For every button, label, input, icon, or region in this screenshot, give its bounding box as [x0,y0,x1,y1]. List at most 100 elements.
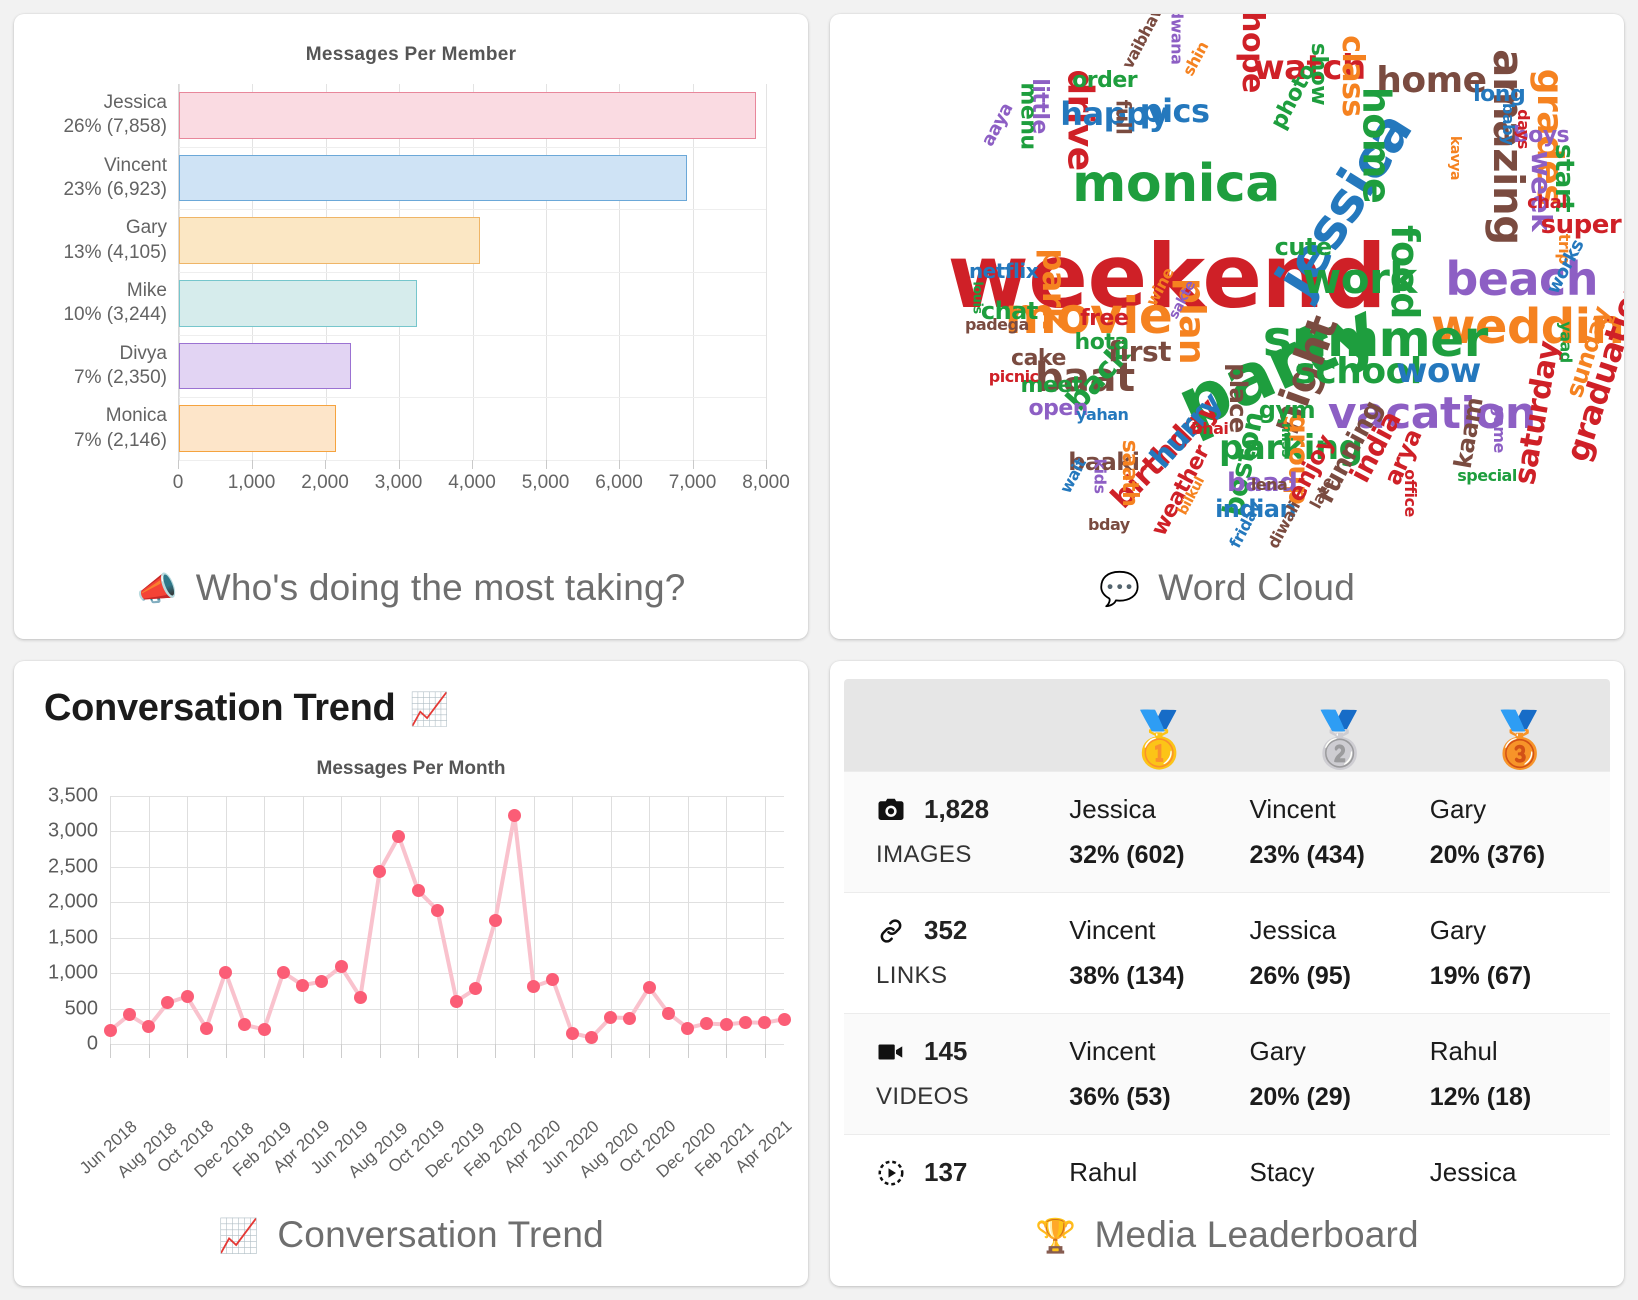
bar-chart-row[interactable]: Gary 13% (4,105) [63,209,766,272]
line-chart-data-point[interactable] [411,884,425,898]
bar-chart-bar[interactable] [179,342,352,390]
line-chart-data-point[interactable] [719,1018,733,1031]
leaderboard-member-share: 32% (602) [1069,841,1185,869]
line-chart-y-tick-label: 1,000 [47,961,98,984]
bar-chart-bar[interactable] [179,92,756,139]
leaderboard-total-count: 145 [924,1036,968,1066]
line-chart-x-tick [610,1044,612,1058]
leaderboard-member-share: 20% (376) [1429,841,1546,869]
bar-chart-row[interactable]: Monica 7% (2,146) [74,397,766,460]
line-chart-data-point[interactable] [604,1010,618,1024]
line-chart-data-point[interactable] [219,965,233,979]
media-leaderboard-body: 🥇 🥈 🥉 1,828 IMAGES Jessica 32% (602) Vincent 23… [830,661,1624,1208]
line-chart-data-point[interactable] [565,1026,579,1040]
bar-chart-row[interactable]: Vincent 23% (6,923) [63,147,766,210]
line-chart-x-tick [225,1044,227,1058]
messages-per-member-card[interactable]: Messages Per Member Jessica 26% (7,858) Vi… [14,14,808,639]
leaderboard-member-name: Vincent [1069,1036,1156,1066]
leaderboard-member-name: Vincent [1069,915,1156,945]
line-chart-data-point[interactable] [738,1015,752,1029]
conversation-trend-heading-text: Conversation Trend [44,687,396,729]
line-chart-data-point[interactable] [642,980,656,994]
bar-chart-x-tick [398,460,400,469]
bar-chart-row-label: Jessica 26% (7,858) [63,92,167,138]
word-cloud-word: place [1223,363,1252,434]
line-chart-data-point[interactable] [103,1024,117,1038]
line-chart-data-point[interactable] [353,990,367,1004]
line-chart-x-tick [687,1044,689,1058]
messages-per-member-caption: 📣 Who's doing the most taking? [14,561,808,639]
leaderboard-row[interactable]: 145 VIDEOS Vincent 36% (53) Gary 20% (29) Rahu… [844,1013,1610,1134]
bar-chart-bar[interactable] [179,280,418,327]
leaderboard-place-cell-3: Rahul 12% (18) [1430,1014,1610,1134]
bar-chart-row-label: Vincent 23% (6,923) [63,154,167,200]
leaderboard-media-type-cell: 145 VIDEOS [844,1014,1069,1134]
line-chart-data-point[interactable] [180,990,194,1004]
leaderboard-row[interactable]: 137GIFSRahul29% (41)Stacy21% (29)Jessica… [844,1134,1610,1208]
line-chart-x-tick [379,1044,381,1058]
bar-chart-bar[interactable] [179,154,687,202]
leaderboard-member-name: Rahul [1069,1157,1138,1187]
leaderboard-member-name: Rahul [1429,1036,1498,1066]
line-chart-x-tick [572,1044,574,1058]
word-cloud-word: kids [1091,458,1111,494]
gif-play-icon [876,1158,906,1188]
line-chart-x-tick [187,1044,189,1058]
bar-chart-x-tick [251,460,253,469]
bar-chart-row[interactable]: Divya 7% (2,350) [74,335,766,398]
line-chart-x-tick [110,1044,111,1058]
line-chart-data-point[interactable] [199,1021,213,1035]
chart-increasing-icon: 📈 [218,1216,260,1254]
leaderboard-place-cell-1: Jessica 32% (602) [1069,772,1249,892]
line-chart-plot-area: 0 500 1,000 1,500 2,000 2,500 3,000 3,500 [48,785,791,1055]
camera-icon [876,795,906,825]
leaderboard-place-cell-3: Jessica 18% (25) [1430,1135,1610,1208]
line-chart-x-tick [456,1044,458,1058]
leaderboard-row[interactable]: 352 LINKS Vincent 38% (134) Jessica 26% (95) G… [844,892,1610,1013]
video-icon [876,1037,906,1067]
word-cloud-word: hope [1235,14,1271,94]
line-chart-data-point[interactable] [373,864,387,878]
leaderboard-place-cell-1: Vincent 38% (134) [1069,893,1249,1013]
line-chart-data-point[interactable] [257,1022,271,1036]
line-chart-x-tick [148,1044,150,1058]
word-cloud-word: kavya [1447,136,1464,181]
line-chart-data-point[interactable] [777,1012,791,1026]
bar-chart-row-label: Mike 10% (3,244) [63,280,167,326]
media-leaderboard-card[interactable]: 🥇 🥈 🥉 1,828 IMAGES Jessica 32% (602) Vincent 23… [830,661,1624,1286]
line-chart-data-point[interactable] [450,994,464,1008]
line-chart-x-tick [764,1044,766,1058]
bar-chart-bar[interactable] [179,405,337,452]
bar-chart-bar[interactable] [179,217,481,264]
bar-chart-row[interactable]: Jessica 26% (7,858) [63,84,766,147]
line-chart-y-tick-label: 1,500 [47,926,98,949]
line-chart-data-point[interactable] [430,903,444,917]
leaderboard-member-name: Jessica [1429,1157,1517,1187]
word-cloud-word: picnic [988,366,1039,386]
line-chart-data-point[interactable] [488,914,502,928]
conversation-trend-card[interactable]: Conversation Trend 📈 Messages Per Month … [14,661,808,1286]
line-chart-data-point[interactable] [296,978,310,992]
line-chart-data-point[interactable] [681,1021,695,1035]
word-cloud-word: chal [1527,192,1567,214]
line-chart-data-point[interactable] [334,960,348,974]
line-chart-data-point[interactable] [661,1006,675,1020]
medal-icon-1: 🥇 [1125,710,1194,770]
leaderboard-row[interactable]: 1,828 IMAGES Jessica 32% (602) Vincent 23% (4… [844,771,1610,892]
line-chart-data-point[interactable] [276,965,290,979]
word-cloud-word: food [1382,224,1427,319]
word-cloud-word: monica [1072,154,1280,215]
bar-chart-row[interactable]: Mike 10% (3,244) [63,272,766,335]
line-chart-data-point[interactable] [623,1011,637,1025]
leaderboard-member-name: Vincent [1249,794,1336,824]
word-cloud-word: special [1457,465,1517,485]
leaderboard-member-share: 29% (41) [1069,1204,1249,1208]
line-chart-x-tick [495,1044,497,1058]
bar-chart-x-tick-label: 8,000 [742,472,790,493]
leaderboard-member-name: Jessica [1249,915,1337,945]
leaderboard-media-type-cell: 137 GIFS [844,1135,1069,1208]
leaderboard-member-share: 12% (18) [1429,1083,1532,1111]
line-chart-data-point[interactable] [584,1031,598,1045]
word-cloud-card[interactable]: weekendpartymonicajessicamovieweddingsum… [830,14,1624,639]
bar-chart-x-tick-label: 4,000 [448,472,496,493]
